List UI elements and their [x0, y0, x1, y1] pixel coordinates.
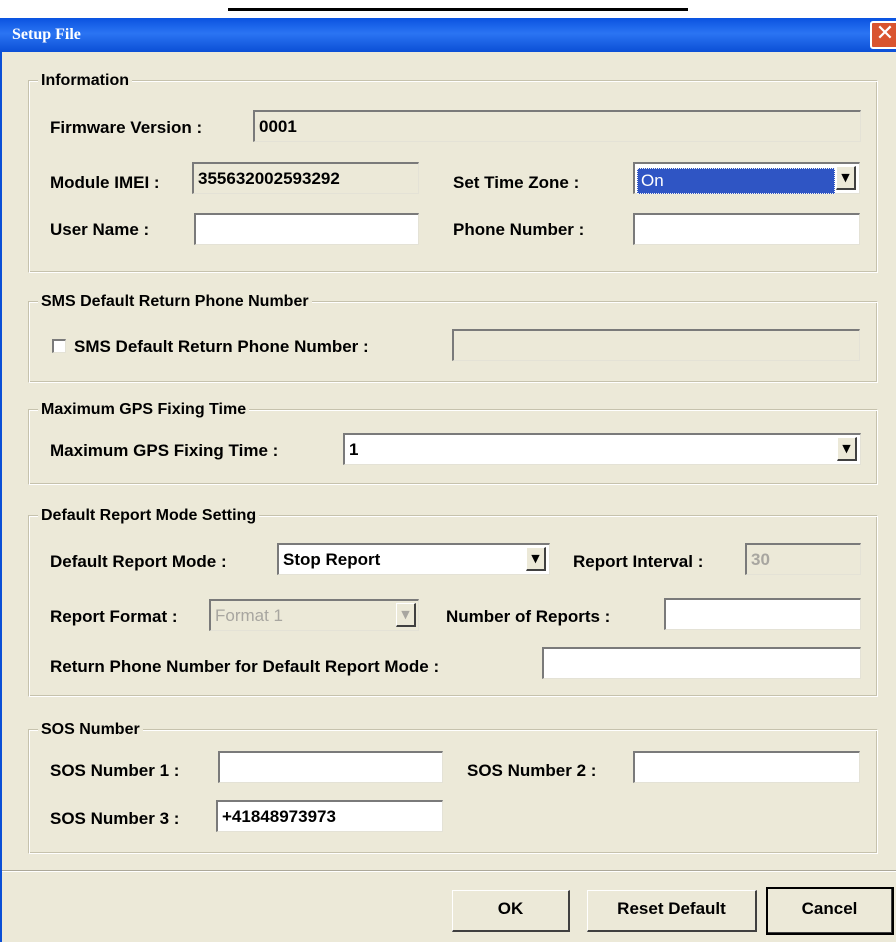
number-of-reports-label: Number of Reports :: [446, 607, 611, 626]
sos-number-1-input[interactable]: [218, 751, 443, 783]
report-legend: Default Report Mode Setting: [38, 507, 260, 525]
sms-default-phone-field: [452, 329, 860, 361]
sos-legend: SOS Number: [38, 721, 143, 739]
user-name-input[interactable]: [194, 213, 419, 245]
user-name-label: User Name :: [50, 220, 150, 239]
set-time-zone-select[interactable]: On: [633, 162, 860, 194]
report-interval-label: Report Interval :: [573, 552, 704, 571]
chevron-down-icon[interactable]: ▼: [837, 437, 857, 461]
bottom-separator: [2, 870, 896, 872]
module-imei-label: Module IMEI :: [50, 173, 160, 192]
report-interval-field: 30: [745, 543, 861, 575]
return-phone-input[interactable]: [542, 647, 861, 679]
title-bar[interactable]: [0, 18, 896, 52]
number-of-reports-input[interactable]: [664, 598, 861, 630]
gps-fixing-time-select[interactable]: 1: [343, 433, 861, 465]
sos-number-1-label: SOS Number 1 :: [50, 761, 180, 780]
chevron-down-icon[interactable]: ▼: [526, 547, 546, 571]
sms-default-label: SMS Default Return Phone Number :: [74, 337, 369, 356]
sos-group: [28, 729, 878, 854]
report-format-select: Format 1: [209, 599, 419, 631]
window-title: Setup File: [12, 26, 81, 43]
top-decorative-line: [228, 8, 688, 11]
information-legend: Information: [38, 72, 132, 90]
firmware-version-label: Firmware Version :: [50, 118, 203, 137]
ok-button[interactable]: OK: [452, 890, 570, 932]
module-imei-field: 355632002593292: [192, 162, 419, 194]
sos-number-3-label: SOS Number 3 :: [50, 809, 180, 828]
chevron-down-icon: ▼: [396, 603, 416, 627]
sos-number-2-label: SOS Number 2 :: [467, 761, 597, 780]
phone-number-label: Phone Number :: [453, 220, 585, 239]
gps-legend: Maximum GPS Fixing Time: [38, 401, 250, 419]
close-icon[interactable]: ✕: [870, 21, 896, 49]
report-format-label: Report Format :: [50, 607, 178, 626]
set-time-zone-label: Set Time Zone :: [453, 173, 580, 192]
phone-number-input[interactable]: [633, 213, 860, 245]
sos-number-2-input[interactable]: [633, 751, 860, 783]
firmware-version-field: 0001: [253, 110, 861, 142]
report-mode-select[interactable]: Stop Report: [277, 543, 550, 575]
gps-fixing-time-label: Maximum GPS Fixing Time :: [50, 441, 279, 460]
sms-legend: SMS Default Return Phone Number: [38, 293, 312, 311]
report-mode-label: Default Report Mode :: [50, 552, 227, 571]
sos-number-3-input[interactable]: +41848973973: [216, 800, 443, 832]
cancel-button[interactable]: Cancel: [766, 887, 894, 935]
chevron-down-icon[interactable]: ▼: [836, 166, 856, 190]
return-phone-label: Return Phone Number for Default Report M…: [50, 657, 440, 676]
set-time-zone-value: On: [637, 168, 835, 194]
reset-default-button[interactable]: Reset Default: [587, 890, 757, 932]
sms-default-checkbox[interactable]: [52, 339, 66, 353]
